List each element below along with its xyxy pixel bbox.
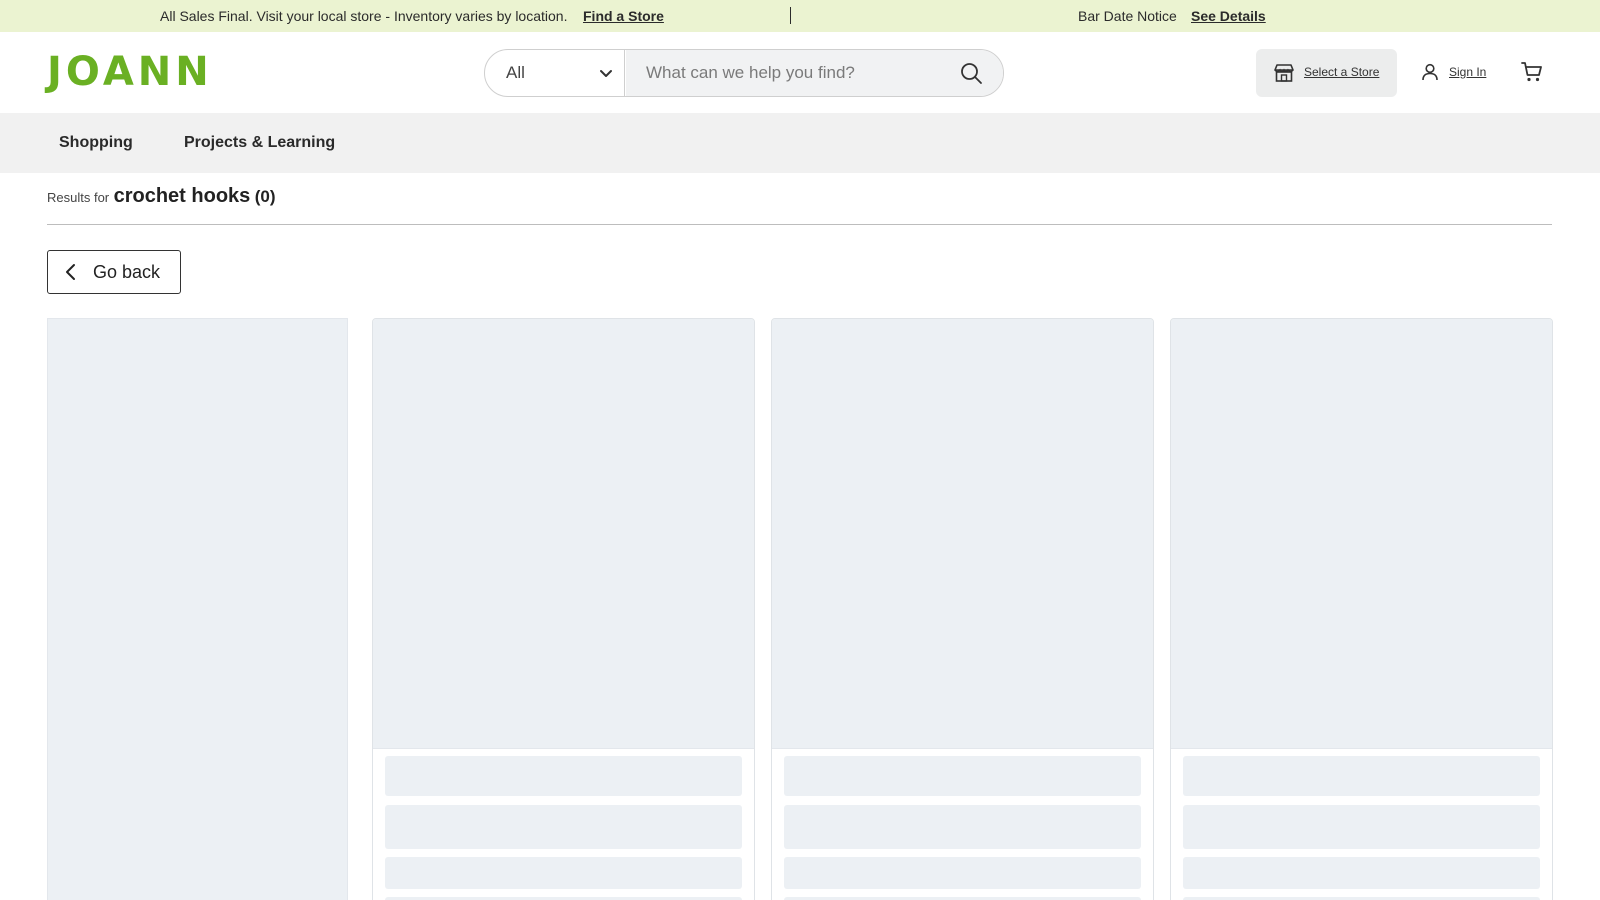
filter-sidebar-skeleton <box>47 318 348 900</box>
nav-item-projects-learning[interactable]: Projects & Learning <box>184 134 335 152</box>
find-a-store-link[interactable]: Find a Store <box>583 8 664 24</box>
product-image-skeleton <box>1171 319 1552 749</box>
main-nav: Shopping Projects & Learning <box>0 113 1600 173</box>
nav-item-shopping[interactable]: Shopping <box>59 134 133 152</box>
results-prefix: Results for <box>47 190 110 205</box>
skeleton-line <box>784 805 1141 849</box>
skeleton-line <box>385 857 742 889</box>
product-card-skeleton <box>771 318 1154 900</box>
sign-in-link[interactable]: Sign In <box>1420 62 1492 86</box>
go-back-button[interactable]: Go back <box>47 250 181 294</box>
skeleton-line <box>784 857 1141 889</box>
skeleton-line <box>784 756 1141 796</box>
joann-logo[interactable]: JOANN <box>47 50 213 94</box>
search-category-select[interactable]: All <box>485 50 625 96</box>
user-icon <box>1422 63 1438 81</box>
skeleton-line <box>385 756 742 796</box>
results-heading: Results for crochet hooks (0) <box>47 185 276 208</box>
skeleton-line <box>1183 756 1540 796</box>
search-input[interactable] <box>626 50 1003 96</box>
results-query: crochet hooks <box>113 185 251 207</box>
cart-icon[interactable] <box>1520 60 1544 84</box>
chevron-down-icon <box>600 70 612 77</box>
search-category-label: All <box>506 63 525 82</box>
select-store-label: Select a Store <box>1304 65 1380 79</box>
skeleton-line <box>1183 805 1540 849</box>
search-icon[interactable] <box>959 61 983 85</box>
bar-date-notice: Bar Date Notice <box>1078 8 1177 24</box>
product-card-skeleton <box>372 318 755 900</box>
go-back-label: Go back <box>93 262 161 282</box>
sign-in-label: Sign In <box>1449 65 1487 79</box>
announcement-divider <box>790 7 791 24</box>
results-divider <box>47 224 1552 225</box>
search-bar: All <box>484 49 1004 97</box>
skeleton-line <box>1183 857 1540 889</box>
sales-final-message: All Sales Final. Visit your local store … <box>160 8 568 24</box>
see-details-link[interactable]: See Details <box>1191 8 1266 24</box>
product-card-skeleton <box>1170 318 1553 900</box>
product-image-skeleton <box>373 319 754 749</box>
chevron-left-icon <box>66 264 75 280</box>
announcement-bar: All Sales Final. Visit your local store … <box>0 0 1600 32</box>
results-count: (0) <box>254 187 276 206</box>
select-store-button[interactable]: Select a Store <box>1256 49 1397 97</box>
skeleton-line <box>385 805 742 849</box>
store-icon <box>1274 64 1294 82</box>
product-image-skeleton <box>772 319 1153 749</box>
